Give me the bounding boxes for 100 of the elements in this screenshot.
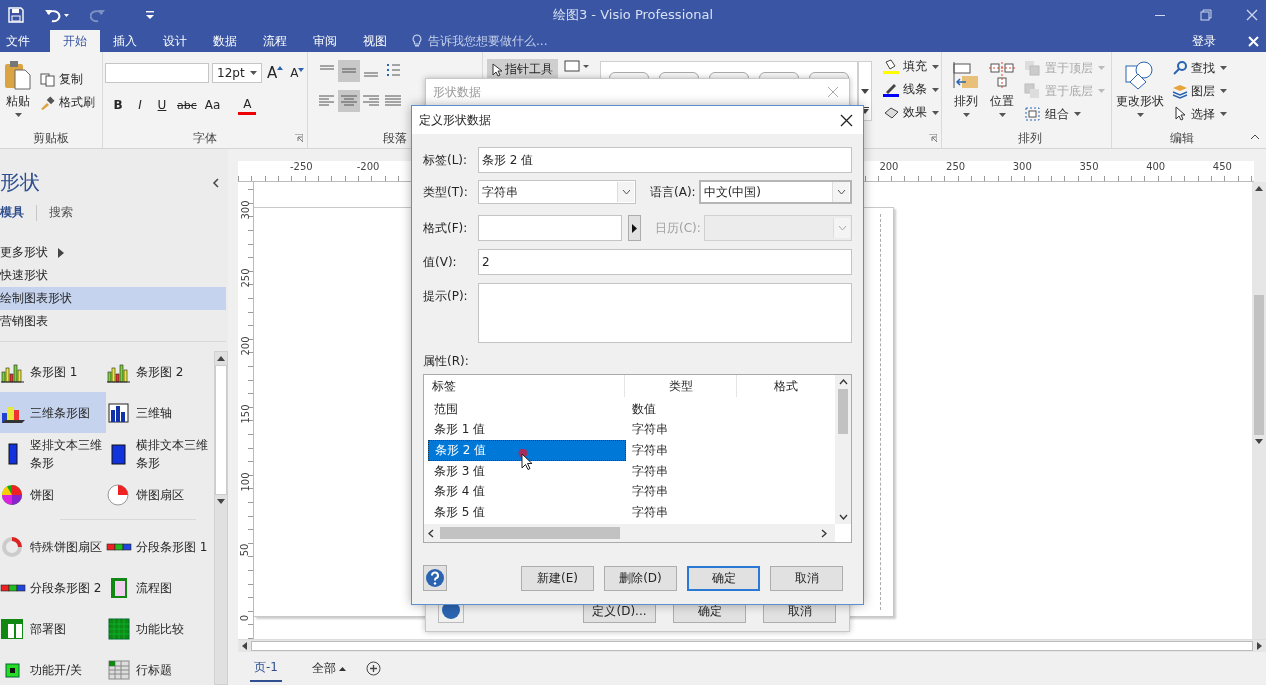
vertical-scrollbar[interactable]: [1252, 182, 1266, 639]
copy-button[interactable]: 复制: [40, 69, 97, 90]
ribbon-tab[interactable]: 设计: [150, 30, 200, 52]
list-row[interactable]: 范围: [428, 399, 626, 420]
font-color-button[interactable]: A: [238, 95, 257, 115]
scroll-up-icon[interactable]: [838, 379, 848, 385]
format-painter-button[interactable]: 格式刷: [40, 92, 97, 113]
dialog-button[interactable]: 取消: [770, 565, 843, 591]
shape-item[interactable]: 分段条形图 2: [0, 567, 106, 608]
stencil-item[interactable]: 更多形状: [0, 241, 226, 264]
line-button[interactable]: 线条: [882, 79, 941, 100]
grow-font-button[interactable]: A: [265, 62, 286, 84]
horizontal-scrollbar[interactable]: [238, 639, 1266, 652]
font-format-button[interactable]: B: [109, 94, 127, 116]
language-dropdown[interactable]: 中文(中国): [698, 180, 852, 204]
sign-in-link[interactable]: 登录: [1192, 32, 1216, 50]
shape-item[interactable]: 行标题: [106, 649, 214, 685]
scroll-left-icon[interactable]: [428, 528, 434, 538]
column-header[interactable]: 格式: [737, 375, 835, 397]
format-picker-button[interactable]: [628, 215, 641, 241]
shape-item[interactable]: 饼图扇区: [106, 474, 214, 515]
type-dropdown[interactable]: 字符串: [478, 180, 636, 204]
add-page-icon[interactable]: [365, 661, 381, 676]
shape-item[interactable]: 三维轴: [106, 392, 214, 433]
all-pages-button[interactable]: 全部: [311, 660, 346, 677]
ribbon-tab[interactable]: 流程: [250, 30, 300, 52]
scrollbar-thumb[interactable]: [215, 365, 227, 495]
scroll-left-icon[interactable]: [242, 642, 247, 650]
font-format-button[interactable]: Aa: [202, 94, 223, 116]
shape-item[interactable]: 部署图: [0, 608, 106, 649]
prompt-field[interactable]: [478, 283, 852, 343]
help-button[interactable]: [423, 565, 447, 591]
ribbon-tab[interactable]: 审阅: [300, 30, 350, 52]
font-name-field[interactable]: [105, 63, 209, 83]
dialog-button[interactable]: 新建(E): [521, 565, 594, 591]
ribbon-tab[interactable]: 数据: [200, 30, 250, 52]
shape-item[interactable]: 特殊饼图扇区: [0, 526, 106, 567]
dialog-button[interactable]: 确定: [687, 565, 760, 591]
change-shape-button[interactable]: 更改形状: [1112, 58, 1168, 124]
group-button[interactable]: 组合: [1024, 103, 1107, 125]
column-header[interactable]: 标签: [424, 375, 626, 397]
shape-item[interactable]: 条形图 1: [0, 351, 106, 392]
dialog-button[interactable]: 删除(D): [604, 565, 677, 591]
font-format-button[interactable]: abc: [175, 94, 199, 116]
scrollbar-thumb[interactable]: [838, 389, 848, 434]
font-format-button[interactable]: U: [153, 94, 171, 116]
tell-me-field[interactable]: 告诉我您想要做什么...: [412, 30, 548, 52]
effects-button[interactable]: 效果: [882, 102, 941, 123]
list-row[interactable]: 条形 1 值: [428, 419, 626, 441]
list-row[interactable]: 条形 5 值: [428, 501, 626, 523]
rectangle-tool-icon[interactable]: [564, 59, 590, 73]
fill-button[interactable]: 填充: [882, 56, 941, 77]
scroll-right-icon[interactable]: [1257, 642, 1262, 650]
shape-item[interactable]: 三维条形图: [0, 392, 106, 433]
customize-icon[interactable]: [146, 10, 154, 20]
page-tab[interactable]: 页-1: [250, 655, 282, 682]
dialog-launcher-icon[interactable]: [295, 134, 303, 142]
shape-item[interactable]: 功能开/关: [0, 649, 106, 685]
position-button[interactable]: 位置: [984, 58, 1020, 124]
select-button[interactable]: 选择: [1172, 103, 1229, 125]
shape-item[interactable]: 横排文本三维条形: [106, 433, 214, 474]
paste-button[interactable]: 粘贴: [0, 58, 36, 124]
list-row[interactable]: 条形 2 值: [428, 440, 626, 461]
column-header[interactable]: 类型: [625, 375, 738, 397]
collapse-panel-icon[interactable]: [212, 177, 220, 188]
ribbon-tab[interactable]: 文件: [0, 30, 36, 52]
scroll-down-icon[interactable]: [861, 88, 869, 94]
list-row[interactable]: 条形 3 值: [428, 460, 626, 482]
dialog-launcher-icon[interactable]: [929, 134, 937, 142]
stencil-item[interactable]: 快速形状: [0, 264, 226, 287]
scroll-right-icon[interactable]: [821, 528, 827, 538]
undo-icon[interactable]: [44, 7, 70, 23]
shape-item[interactable]: 条形图 2: [106, 351, 214, 392]
collapse-ribbon-icon[interactable]: [1250, 134, 1260, 140]
panel-scrollbar[interactable]: [214, 351, 228, 685]
pointer-tool-button[interactable]: 指针工具: [487, 59, 558, 80]
scroll-down-icon[interactable]: [217, 499, 225, 504]
restore-icon[interactable]: [1200, 9, 1212, 21]
shrink-font-button[interactable]: A: [288, 62, 307, 84]
panel-tab[interactable]: 搜索: [49, 204, 73, 221]
shape-item[interactable]: 饼图: [0, 474, 106, 515]
scroll-up-icon[interactable]: [217, 356, 225, 361]
shape-item[interactable]: 分段条形图 1: [106, 526, 214, 567]
find-button[interactable]: 查找: [1172, 57, 1229, 79]
label-field[interactable]: 条形 2 值: [478, 147, 852, 173]
shape-item[interactable]: 竖排文本三维条形: [0, 433, 106, 474]
stencil-item[interactable]: 营销图表: [0, 310, 226, 333]
shape-item[interactable]: 功能比较: [106, 608, 214, 649]
scroll-up-icon[interactable]: [1255, 186, 1263, 191]
arrange-button[interactable]: 排列: [948, 58, 984, 124]
scrollbar-thumb[interactable]: [1254, 295, 1264, 435]
format-field[interactable]: [478, 215, 622, 241]
panel-tab[interactable]: 模具: [0, 204, 24, 221]
scroll-down-icon[interactable]: [838, 514, 848, 520]
ribbon-tab[interactable]: 开始: [50, 30, 100, 52]
font-size-field[interactable]: 12pt: [212, 63, 262, 83]
ribbon-tab[interactable]: 插入: [100, 30, 150, 52]
close-icon[interactable]: [840, 113, 853, 127]
stencil-item[interactable]: 绘制图表形状: [0, 287, 226, 310]
scrollbar-thumb[interactable]: [440, 527, 620, 539]
